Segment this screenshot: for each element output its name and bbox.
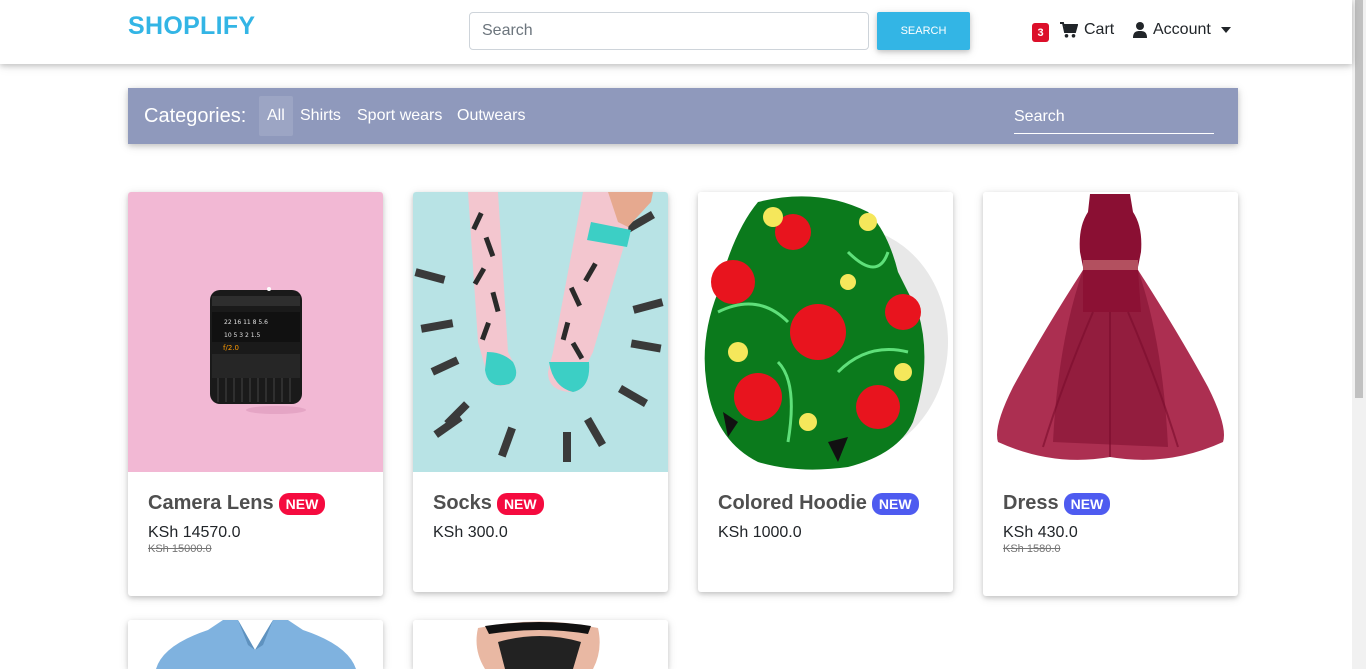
product-price: KSh 430.0 [1003, 524, 1078, 541]
cart-icon [1060, 22, 1078, 38]
new-badge: NEW [496, 492, 544, 515]
account-dropdown[interactable]: Account [1133, 21, 1231, 39]
product-card[interactable]: Colored Hoodie NEW KSh 1000.0 [698, 192, 953, 592]
user-icon [1133, 22, 1147, 38]
product-info: Camera Lens NEW KSh 14570.0 KSh 15000.0 [148, 492, 373, 555]
product-info: Colored Hoodie NEW KSh 1000.0 [718, 492, 943, 542]
new-badge: NEW [278, 492, 326, 515]
new-badge: NEW [1063, 492, 1111, 515]
product-old-price: KSh 15000.0 [148, 543, 212, 555]
cart-label: Cart [1084, 21, 1115, 38]
category-all[interactable]: All [259, 96, 293, 136]
category-search-input[interactable] [1014, 100, 1214, 134]
product-old-price: KSh 1580.0 [1003, 543, 1061, 555]
categories-bar: Categories: All Shirts Sport wears Outwe… [128, 88, 1238, 144]
top-navbar: SHOPLIFY SEARCH 3 Cart Account [0, 0, 1352, 64]
chevron-down-icon [1220, 27, 1231, 33]
new-badge: NEW [871, 492, 919, 515]
product-card[interactable] [128, 620, 383, 669]
product-info: Dress NEW KSh 430.0 KSh 1580.0 [1003, 492, 1228, 555]
product-price: KSh 14570.0 [148, 524, 241, 541]
page-scrollbar[interactable] [1352, 0, 1366, 669]
product-info: Socks NEW KSh 300.0 [433, 492, 658, 542]
socks-image[interactable] [413, 192, 668, 472]
product-name: Dress [1003, 492, 1059, 514]
search-input[interactable] [469, 12, 869, 50]
product-card[interactable] [413, 620, 668, 669]
camera-lens-image[interactable]: 22 16 11 8 5.6 10 5 3 2 1.5 f/2.0 [128, 192, 383, 472]
product-price: KSh 300.0 [433, 524, 508, 541]
scrollbar-thumb[interactable] [1355, 0, 1363, 398]
account-label: Account [1153, 21, 1211, 38]
hoodie-image[interactable] [698, 192, 953, 472]
blazer-image[interactable] [128, 620, 383, 669]
product-card[interactable]: Dress NEW KSh 430.0 KSh 1580.0 [983, 192, 1238, 596]
svg-text:10 5 3 2 1.5: 10 5 3 2 1.5 [224, 332, 260, 339]
dress-image[interactable] [983, 192, 1238, 472]
category-shirts[interactable]: Shirts [292, 96, 349, 136]
product-name: Colored Hoodie [718, 492, 867, 514]
product-card[interactable]: 22 16 11 8 5.6 10 5 3 2 1.5 f/2.0 Camera… [128, 192, 383, 596]
svg-text:22 16 11 8 5.6: 22 16 11 8 5.6 [224, 319, 268, 326]
category-outwears[interactable]: Outwears [449, 96, 533, 136]
product-name: Socks [433, 492, 492, 514]
brand-logo[interactable]: SHOPLIFY [128, 12, 255, 41]
category-sport-wears[interactable]: Sport wears [349, 96, 450, 136]
product-card[interactable]: Socks NEW KSh 300.0 [413, 192, 668, 592]
product-name: Camera Lens [148, 492, 274, 514]
product-price: KSh 1000.0 [718, 524, 802, 541]
cart-count-badge: 3 [1032, 23, 1049, 42]
categories-title: Categories: [144, 105, 247, 127]
search-button[interactable]: SEARCH [877, 12, 970, 50]
product-image[interactable] [413, 620, 668, 669]
svg-text:f/2.0: f/2.0 [223, 344, 239, 352]
cart-link[interactable]: Cart [1060, 21, 1114, 39]
